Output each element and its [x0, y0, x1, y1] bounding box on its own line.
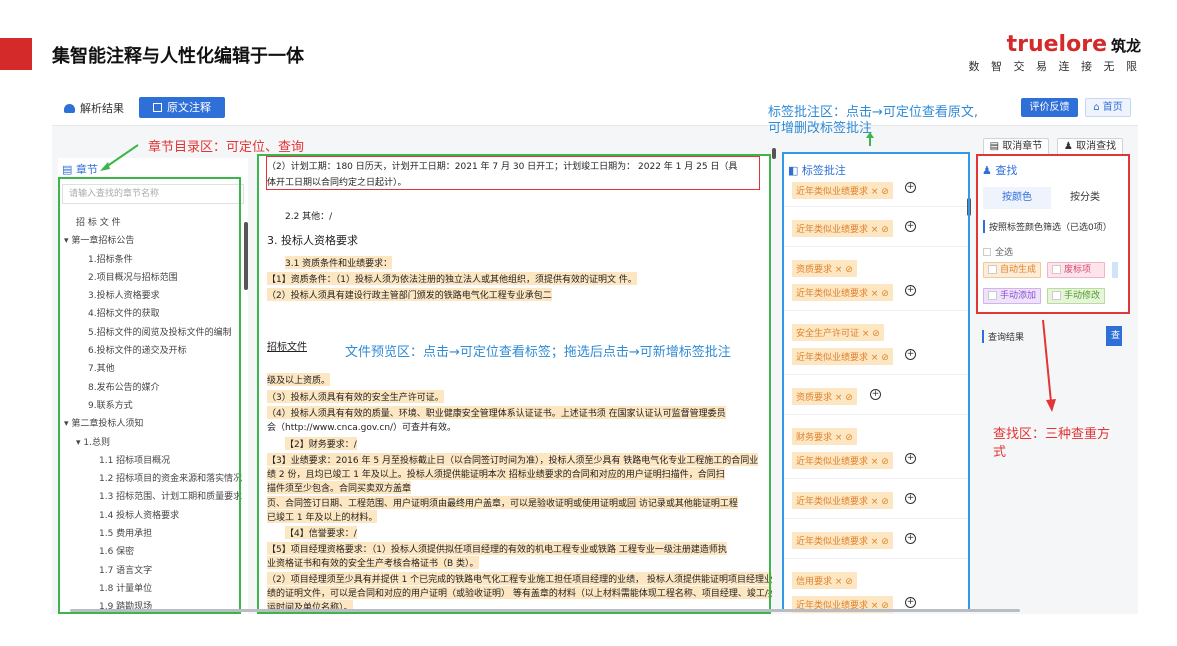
- arrow-toc-head: [100, 162, 110, 171]
- arrow-find: [1042, 319, 1052, 403]
- annotation-arrows: [100, 132, 1056, 412]
- arrow-label-head: [866, 132, 874, 138]
- arrow-find-head: [1046, 399, 1056, 412]
